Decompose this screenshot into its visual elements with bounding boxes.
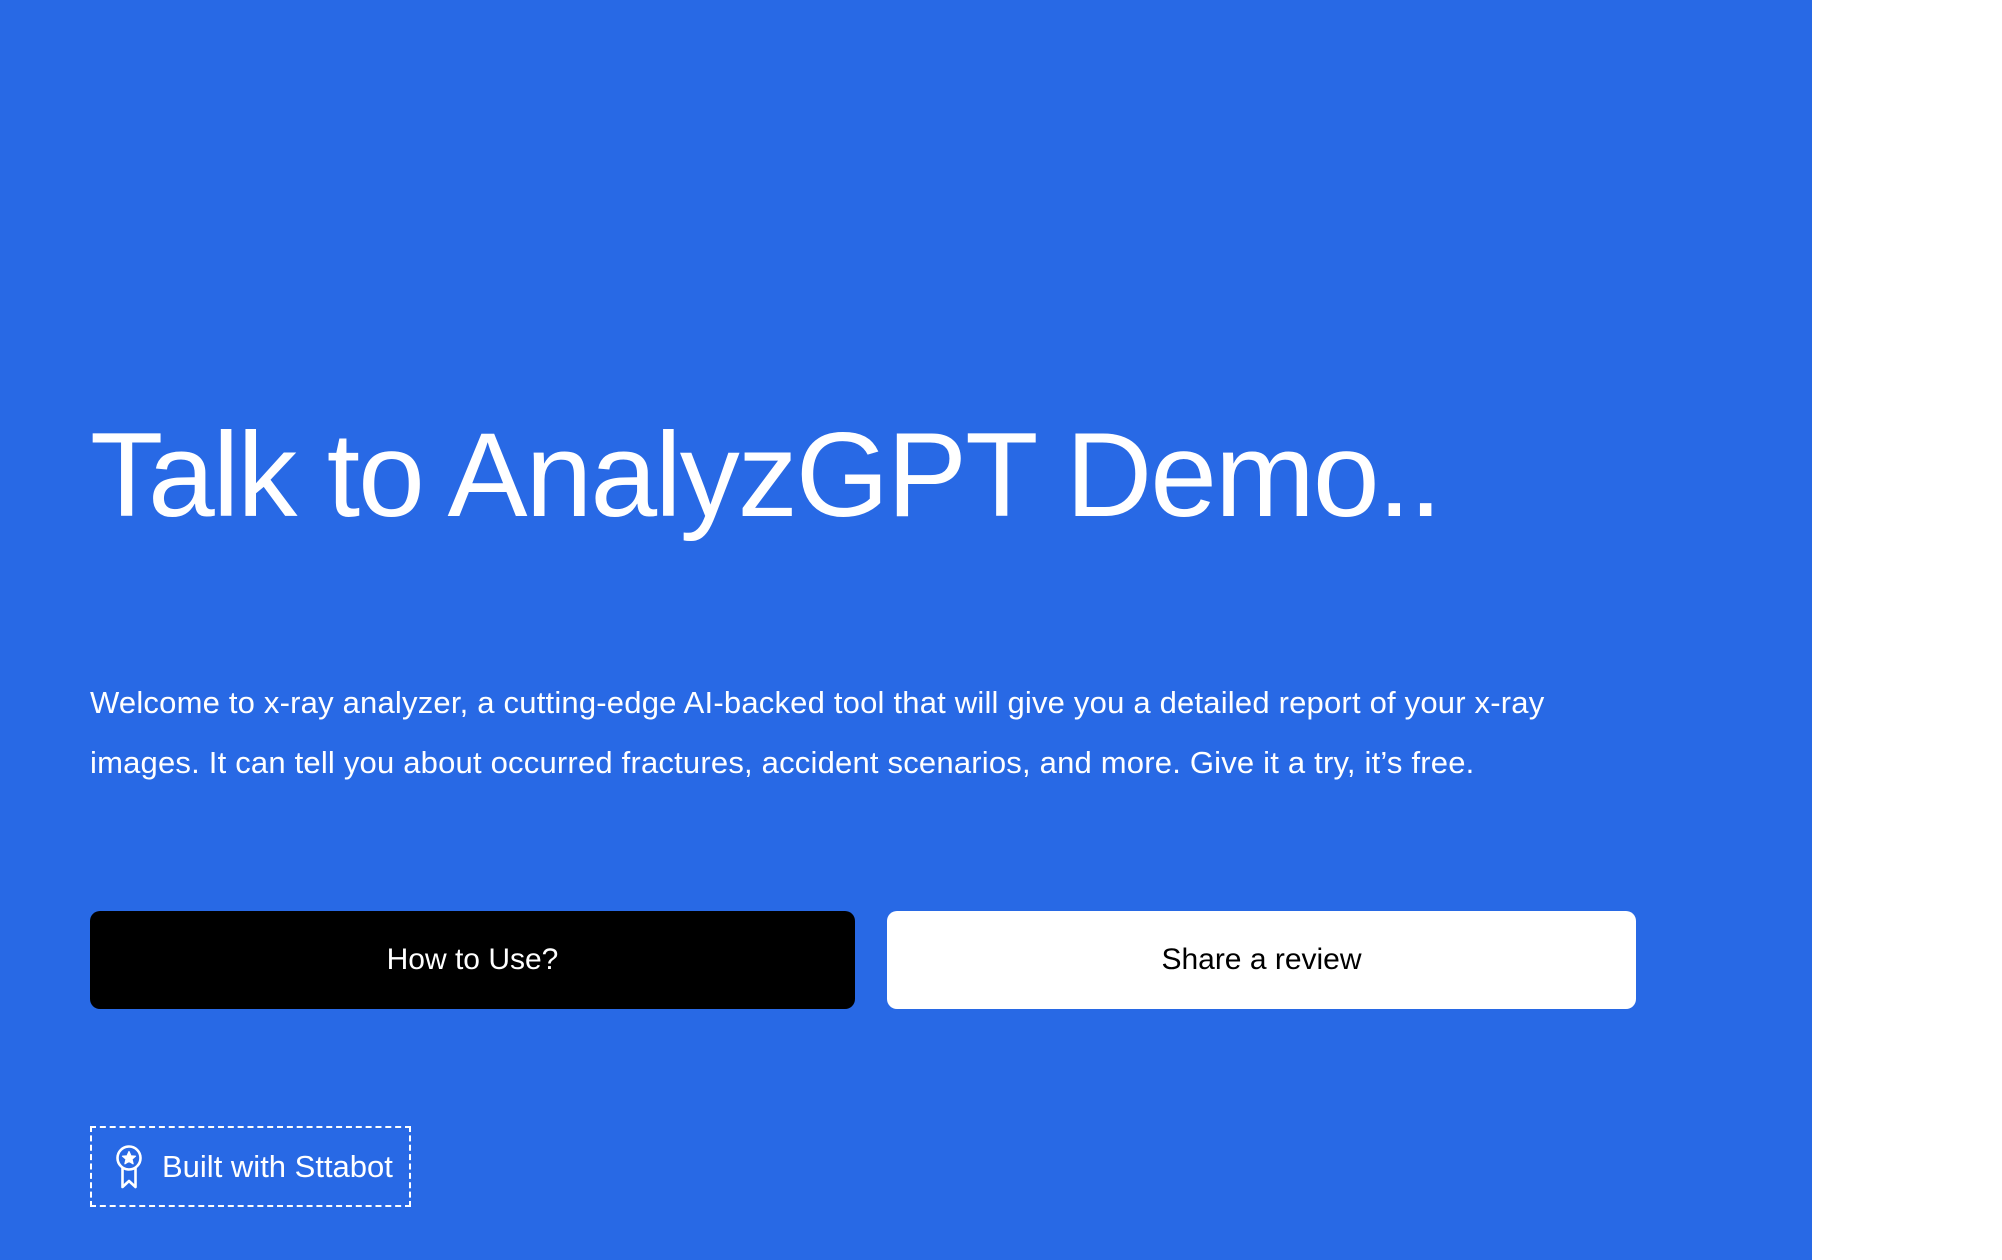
- how-to-use-button[interactable]: How to Use?: [90, 911, 855, 1009]
- built-with-label: Built with Sttabot: [162, 1148, 393, 1184]
- how-to-use-label: How to Use?: [386, 943, 559, 976]
- hero-description: Welcome to x-ray analyzer, a cutting-edg…: [90, 685, 1545, 780]
- share-review-button[interactable]: Share a review: [887, 911, 1636, 1009]
- page-title: Talk to AnalyzGPT Demo..: [90, 408, 1442, 542]
- built-with-badge[interactable]: Built with Sttabot: [90, 1126, 411, 1207]
- share-review-label: Share a review: [1161, 943, 1362, 976]
- right-margin-area: [1812, 0, 2002, 1260]
- hero-panel: Talk to AnalyzGPT Demo.. Welcome to x-ra…: [0, 0, 1812, 1260]
- award-ribbon-icon: [114, 1144, 144, 1190]
